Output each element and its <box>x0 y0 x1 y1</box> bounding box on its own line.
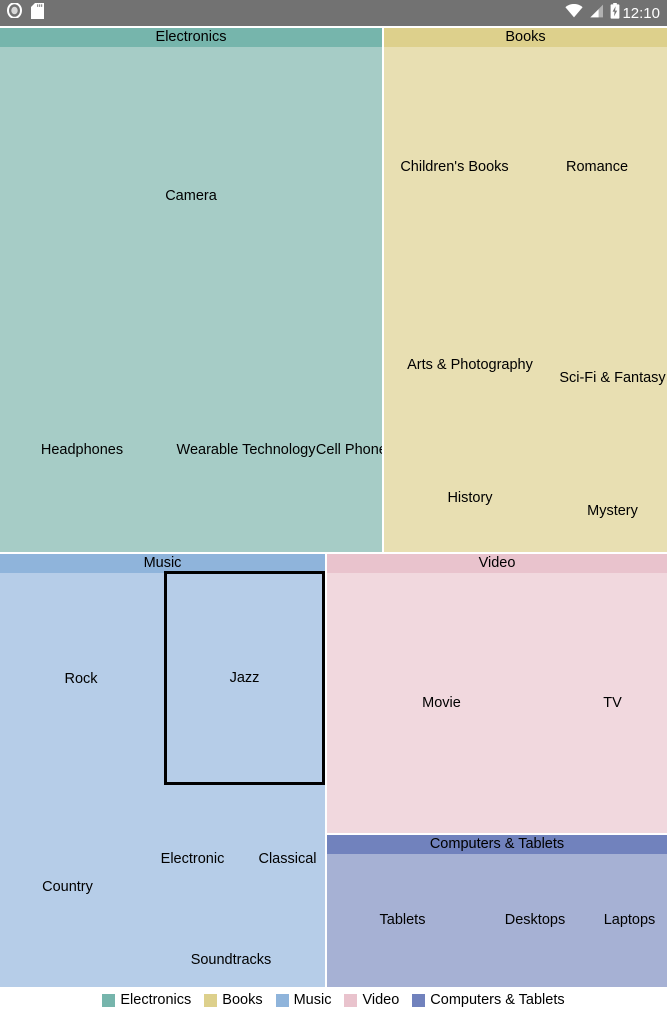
treemap-cell-label: Sci-Fi & Fantasy <box>559 369 666 386</box>
treemap-cell-romance[interactable]: Romance <box>527 48 667 286</box>
treemap-cell-country[interactable]: Country <box>0 787 135 987</box>
wifi-icon <box>565 3 584 23</box>
treemap-group-header-electronics[interactable]: Electronics <box>0 28 382 47</box>
treemap-screen: 12:10 Electronics Camera Headphones Wearabl… <box>0 0 667 1013</box>
treemap-cell-label: Headphones <box>40 441 124 458</box>
treemap-cell-label: Movie <box>422 694 461 711</box>
treemap-cell-label: Camera <box>165 188 217 205</box>
treemap-cell-label: Desktops <box>504 912 566 929</box>
status-bar-clock: 12:10 <box>622 4 660 22</box>
treemap-cell-label: Country <box>42 878 93 895</box>
treemap-cell-label: Laptops <box>603 912 656 929</box>
legend-item-books[interactable]: Books <box>204 991 263 1008</box>
treemap-cell-wearable-technology[interactable]: Wearable Technology <box>165 347 327 552</box>
status-bar: 12:10 <box>0 0 667 26</box>
treemap-group-video[interactable]: Video Movie TV <box>327 554 667 833</box>
treemap-group-header-books[interactable]: Books <box>384 28 667 47</box>
treemap-cell-label: Rock <box>64 670 98 687</box>
treemap-chart: Electronics Camera Headphones Wearable Tech… <box>0 26 667 987</box>
treemap-group-music[interactable]: Music Rock Jazz Country Electronic Classical S… <box>0 554 325 987</box>
treemap-cell-history[interactable]: History <box>384 445 556 552</box>
treemap-cell-laptops[interactable]: Laptops <box>592 854 667 987</box>
treemap-cell-movie[interactable]: Movie <box>327 573 556 833</box>
treemap-cell-headphones[interactable]: Headphones <box>1 347 163 552</box>
legend-swatch-icon <box>344 993 358 1007</box>
chart-legend: Electronics Books Music Video Computers & Ta… <box>0 987 667 1013</box>
legend-label: Music <box>293 991 332 1008</box>
treemap-cell-label: Children's Books <box>400 158 509 175</box>
circle-icon <box>7 2 22 23</box>
treemap-group-header-video[interactable]: Video <box>327 554 667 573</box>
treemap-group-electronics[interactable]: Electronics Camera Headphones Wearable Tech… <box>0 28 382 552</box>
battery-charging-icon <box>610 2 620 24</box>
treemap-cell-label: Arts & Photography <box>407 357 533 374</box>
treemap-group-label: Music <box>143 555 182 572</box>
treemap-cell-arts-and-photography[interactable]: Arts & Photography <box>384 288 556 443</box>
treemap-cell-childrens-books[interactable]: Children's Books <box>384 48 525 286</box>
treemap-group-header-computers-and-tablets[interactable]: Computers & Tablets <box>327 835 667 854</box>
treemap-cell-label: Soundtracks <box>190 952 272 969</box>
treemap-group-label: Books <box>505 29 546 46</box>
treemap-cell-tv[interactable]: TV <box>558 573 667 833</box>
treemap-group-books[interactable]: Books Children's Books Romance Arts & Photo… <box>384 28 667 552</box>
sd-card-icon <box>31 2 44 24</box>
legend-item-electronics[interactable]: Electronics <box>102 993 191 1008</box>
treemap-cell-mystery[interactable]: Mystery <box>558 470 667 552</box>
treemap-cell-label: Wearable Technology <box>176 441 316 458</box>
treemap-group-label: Video <box>478 555 516 572</box>
treemap-cell-camera[interactable]: Camera <box>1 48 381 345</box>
treemap-cell-label: Romance <box>565 158 629 175</box>
treemap-cell-label: Tablets <box>379 912 426 929</box>
treemap-cell-jazz[interactable]: Jazz <box>164 571 325 785</box>
legend-label: Books <box>222 991 263 1008</box>
treemap-cell-label: Electronic <box>160 851 225 868</box>
legend-label: Electronics <box>120 991 192 1008</box>
treemap-cell-label: Jazz <box>229 669 260 686</box>
treemap-cell-classical[interactable]: Classical <box>250 787 325 932</box>
treemap-group-label: Computers & Tablets <box>429 836 565 853</box>
treemap-group-label: Electronics <box>155 29 227 46</box>
legend-swatch-icon <box>412 993 426 1007</box>
treemap-group-computers-and-tablets[interactable]: Computers & Tablets Tablets Desktops Laptop… <box>327 835 667 987</box>
legend-item-music[interactable]: Music <box>275 991 332 1008</box>
legend-label: Video <box>362 991 400 1008</box>
treemap-cell-desktops[interactable]: Desktops <box>480 854 590 987</box>
treemap-cell-label: Mystery <box>587 502 638 519</box>
signal-icon <box>589 4 604 23</box>
legend-swatch-icon <box>102 993 116 1007</box>
status-bar-right-icons <box>565 2 620 24</box>
treemap-cell-label: Cell Phones <box>315 441 382 458</box>
treemap-cell-label: History <box>447 490 493 507</box>
treemap-cell-sci-fi-and-fantasy[interactable]: Sci-Fi & Fantasy <box>558 288 667 468</box>
legend-swatch-icon <box>275 993 289 1007</box>
status-bar-left-icons <box>7 2 44 24</box>
legend-label: Computers & Tablets <box>430 991 565 1008</box>
treemap-cell-label: Classical <box>258 851 317 868</box>
treemap-cell-cell-phones[interactable]: Cell Phones <box>316 347 382 552</box>
legend-swatch-icon <box>204 993 218 1007</box>
legend-item-computers-and-tablets[interactable]: Computers & Tablets <box>412 991 565 1008</box>
treemap-cell-tablets[interactable]: Tablets <box>327 854 478 987</box>
treemap-cell-electronic[interactable]: Electronic <box>137 787 248 932</box>
treemap-cell-label: TV <box>603 694 622 711</box>
legend-item-video[interactable]: Video <box>344 993 399 1008</box>
treemap-cell-rock[interactable]: Rock <box>0 573 162 785</box>
treemap-cell-soundtracks[interactable]: Soundtracks <box>137 934 325 987</box>
